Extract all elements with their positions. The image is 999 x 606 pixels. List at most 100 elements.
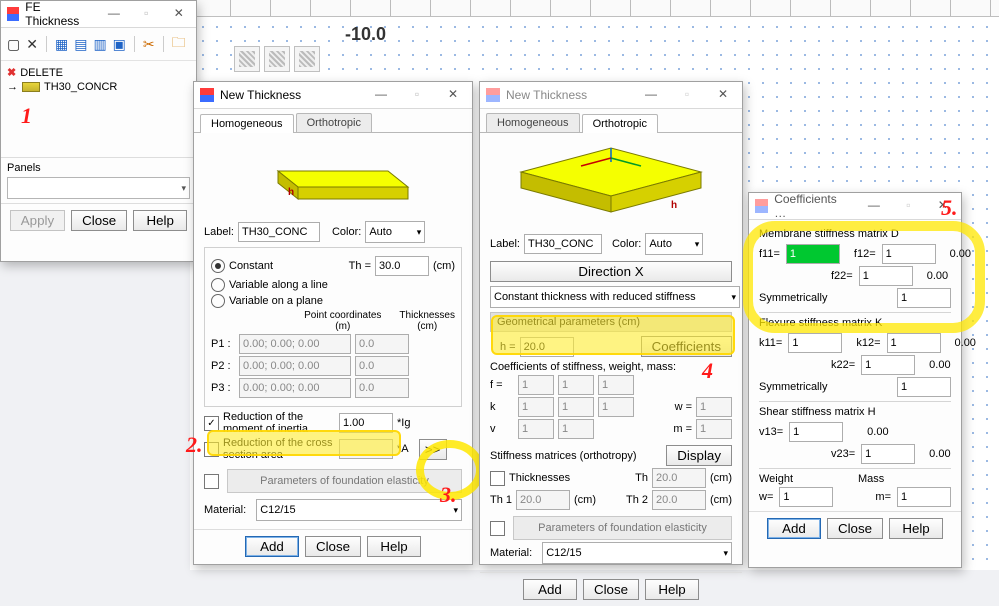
add-button[interactable]: Add [245,536,299,557]
tab-orthotropic[interactable]: Orthotropic [296,113,372,132]
sym2-input[interactable] [897,377,951,397]
chk-thicknesses[interactable] [490,471,505,486]
help-button[interactable]: Help [645,579,699,600]
k12-input[interactable] [887,333,941,353]
open-icon[interactable]: 🗀 [172,32,186,56]
view1-icon[interactable]: ▦ [55,36,68,53]
add-button[interactable]: Add [523,579,577,600]
p1-coord [239,334,351,354]
delete-icon[interactable]: ✕ [26,36,38,53]
th-unit: (cm) [433,260,455,272]
radio-plane[interactable] [211,294,225,308]
display-button[interactable]: Display [666,445,732,466]
color-select[interactable]: Auto▾ [645,233,703,255]
close-button[interactable]: ✕ [166,3,192,25]
help-button[interactable]: Help [133,210,187,231]
w-input[interactable] [779,487,833,507]
panels-combo[interactable]: ▾ [7,177,190,199]
v23-input[interactable] [861,444,915,464]
chk-reduction-cross[interactable] [204,442,219,457]
tree-row-th30[interactable]: → TH30_CONCR [7,80,190,94]
selection-arrow-icon: → [7,81,18,93]
h-input[interactable] [520,337,574,357]
tree-row-delete[interactable]: ✖ DELETE [7,65,190,80]
help-button[interactable]: Help [367,536,421,557]
f22-ro: 0.00 [927,270,948,282]
p3-label: P3 : [211,382,235,394]
minimize-button[interactable]: — [860,195,888,217]
m-input[interactable] [897,487,951,507]
window-title: FE Thickness [25,0,88,28]
minimize-button[interactable]: — [101,3,127,25]
f11-input[interactable] [786,244,840,264]
v23-label: v23= [831,448,855,460]
close-button[interactable]: Close [827,518,883,539]
material-select[interactable]: C12/15▾ [256,499,462,521]
chk-reduction-inertia[interactable]: ✓ [204,416,219,431]
tab-orthotropic[interactable]: Orthotropic [582,114,658,133]
tool-hatch-2[interactable] [264,46,290,72]
close-button[interactable]: Close [71,210,127,231]
app-icon [755,199,768,213]
label-input[interactable] [524,234,602,254]
th1-label: Th 1 [490,494,512,506]
chk-foundation[interactable] [490,521,505,536]
v13-ro: 0.00 [867,426,888,438]
tab-homogeneous[interactable]: Homogeneous [486,113,580,132]
k11-input[interactable] [788,333,842,353]
cut-icon[interactable]: ✂ [143,36,155,53]
new-icon[interactable]: ▢ [7,36,20,53]
close-button[interactable]: Close [583,579,639,600]
red-cross-value [339,439,393,459]
radio-constant[interactable] [211,259,225,273]
minimize-button[interactable]: — [636,84,666,106]
maximize-button[interactable]: ▫ [402,84,432,106]
material-select[interactable]: C12/15▾ [542,542,732,564]
red-inertia-value[interactable] [339,413,393,433]
maximize-button[interactable]: ▫ [672,84,702,106]
color-select[interactable]: Auto▾ [365,221,425,243]
p2-label: P2 : [211,360,235,372]
expand-button[interactable]: >> [419,439,447,460]
maximize-button[interactable]: ▫ [133,3,159,25]
sym-input[interactable] [897,288,951,308]
close-button[interactable]: ✕ [929,195,957,217]
tool-hatch-3[interactable] [294,46,320,72]
lbl-red-cross: Reduction of the cross section area [223,437,335,461]
tool-hatch-1[interactable] [234,46,260,72]
close-button[interactable]: Close [305,536,361,557]
add-button[interactable]: Add [767,518,821,539]
svg-text:h: h [288,187,294,198]
help-button[interactable]: Help [889,518,943,539]
label-input[interactable] [238,222,320,242]
f12-input[interactable] [882,244,936,264]
v-b [558,419,594,439]
geom-header: Geometrical parameters (cm) [490,312,732,332]
apply-button[interactable]: Apply [10,210,65,231]
chk-foundation[interactable] [204,474,219,489]
view4-icon[interactable]: ▣ [113,36,126,53]
slab-icon [22,82,40,92]
close-button[interactable]: ✕ [708,84,738,106]
maximize-button[interactable]: ▫ [894,195,922,217]
view2-icon[interactable]: ▤ [74,36,87,53]
v13-input[interactable] [789,422,843,442]
window-title: New Thickness [220,88,301,102]
view3-icon[interactable]: ▥ [93,36,106,53]
k22-input[interactable] [861,355,915,375]
tab-homogeneous[interactable]: Homogeneous [200,114,294,133]
close-button[interactable]: ✕ [438,84,468,106]
coefficients-button[interactable]: Coefficients [641,336,732,357]
th-input[interactable] [375,256,429,276]
thickness-tree[interactable]: ✖ DELETE → TH30_CONCR [1,61,196,157]
p3-thick [355,378,409,398]
sym2-label: Symmetrically [759,381,827,393]
minimize-button[interactable]: — [366,84,396,106]
foundation-elasticity-btn: Parameters of foundation elasticity [513,516,732,540]
f-c [598,375,634,395]
radio-line[interactable] [211,278,225,292]
f22-input[interactable] [859,266,913,286]
mass-label: Mass [858,473,951,485]
direction-x-button[interactable]: Direction X [490,261,732,282]
method-select[interactable]: Constant thickness with reduced stiffnes… [490,286,740,308]
